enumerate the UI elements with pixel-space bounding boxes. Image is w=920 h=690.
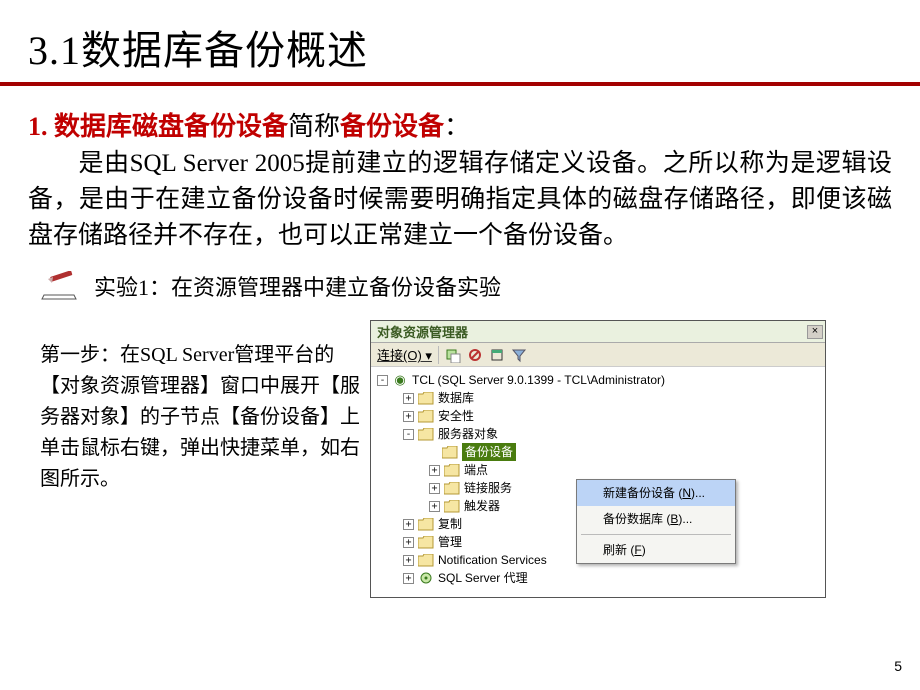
- page-number: 5: [894, 658, 902, 674]
- lead-mid: 简称: [288, 112, 340, 141]
- panel-title: 对象资源管理器: [377, 322, 807, 341]
- tree-label-notification: Notification Services: [438, 551, 547, 569]
- ctx-item3-pre: 刷新 (: [603, 543, 634, 557]
- refresh-icon[interactable]: [489, 347, 505, 363]
- panel-titlebar: 对象资源管理器 ×: [371, 321, 825, 343]
- tree-label-replication: 复制: [438, 515, 462, 533]
- panel-close-button[interactable]: ×: [807, 325, 823, 339]
- tree-root-label: TCL (SQL Server 9.0.1399 - TCL\Administr…: [412, 371, 665, 389]
- tree-node-agent[interactable]: + SQL Server 代理: [375, 569, 823, 587]
- lead-number: 1.: [28, 112, 54, 141]
- ctx-item3-post: ): [642, 543, 646, 557]
- step-text: 第一步：在SQL Server管理平台的【对象资源管理器】窗口中展开【服务器对象…: [40, 320, 360, 598]
- connect-icon[interactable]: [445, 347, 461, 363]
- tree-label-backup-device: 备份设备: [462, 443, 516, 461]
- slide-title: 3.1数据库备份概述: [0, 0, 920, 82]
- ctx-item1-pre: 新建备份设备 (: [603, 486, 682, 500]
- tree-label-agent: SQL Server 代理: [438, 569, 528, 587]
- ctx-item1-post: )...: [691, 486, 705, 500]
- tree-node-root[interactable]: - ◉ TCL (SQL Server 9.0.1399 - TCL\Admin…: [375, 371, 823, 389]
- tree-label-security: 安全性: [438, 407, 474, 425]
- tree-node-backup-device[interactable]: 备份设备: [375, 443, 823, 461]
- tree-node-security[interactable]: + 安全性: [375, 407, 823, 425]
- tree-label-server-obj: 服务器对象: [438, 425, 498, 443]
- lead-colon: ：: [444, 112, 470, 141]
- folder-icon: [442, 446, 458, 459]
- ctx-item2-pre: 备份数据库 (: [603, 512, 670, 526]
- tree-node-endpoint[interactable]: + 端点: [375, 461, 823, 479]
- tree-label-linked-srv: 链接服务: [464, 479, 512, 497]
- ctx-item3-u: F: [634, 543, 641, 557]
- folder-icon: [418, 554, 434, 567]
- expand-icon[interactable]: +: [429, 465, 440, 476]
- folder-icon: [418, 410, 434, 423]
- collapse-icon[interactable]: -: [377, 375, 388, 386]
- tree-label-trigger: 触发器: [464, 497, 500, 515]
- expand-icon[interactable]: +: [403, 555, 414, 566]
- title-divider: [0, 82, 920, 86]
- server-icon: ◉: [392, 372, 408, 388]
- experiment-label: 实验1：在资源管理器中建立备份设备实验: [94, 270, 501, 302]
- expand-icon[interactable]: +: [403, 573, 414, 584]
- folder-icon: [444, 464, 460, 477]
- ctx-refresh[interactable]: 刷新 (F): [577, 537, 735, 563]
- paragraph-text: 是由SQL Server 2005提前建立的逻辑存储定义设备。之所以称为是逻辑设…: [28, 150, 892, 250]
- lead-term-1: 数据库磁盘备份设备: [54, 112, 288, 141]
- disconnect-icon[interactable]: [467, 347, 483, 363]
- connect-button[interactable]: 连接(O) ▾: [377, 345, 432, 364]
- filter-icon[interactable]: [511, 347, 527, 363]
- folder-icon: [418, 428, 434, 441]
- object-tree[interactable]: - ◉ TCL (SQL Server 9.0.1399 - TCL\Admin…: [371, 367, 825, 597]
- tree-node-database[interactable]: + 数据库: [375, 389, 823, 407]
- folder-icon: [418, 518, 434, 531]
- lead-term-2: 备份设备: [340, 112, 444, 141]
- agent-icon: [418, 570, 434, 586]
- object-explorer-panel: 对象资源管理器 × 连接(O) ▾ - ◉ TCL (SQL Server 9.…: [370, 320, 826, 598]
- expand-icon[interactable]: +: [403, 411, 414, 422]
- folder-icon: [418, 536, 434, 549]
- ctx-new-backup-device[interactable]: 新建备份设备 (N)...: [577, 480, 735, 506]
- folder-icon: [444, 482, 460, 495]
- lead-line: 1. 数据库磁盘备份设备简称备份设备：: [28, 108, 892, 146]
- expand-icon[interactable]: +: [403, 519, 414, 530]
- tree-node-server-objects[interactable]: - 服务器对象: [375, 425, 823, 443]
- expand-icon[interactable]: +: [429, 501, 440, 512]
- expand-icon[interactable]: +: [403, 393, 414, 404]
- paragraph: 是由SQL Server 2005提前建立的逻辑存储定义设备。之所以称为是逻辑设…: [28, 146, 892, 255]
- collapse-icon[interactable]: -: [403, 429, 414, 440]
- folder-icon: [418, 392, 434, 405]
- ctx-separator: [581, 534, 731, 535]
- tree-label-database: 数据库: [438, 389, 474, 407]
- ctx-item2-post: )...: [678, 512, 692, 526]
- tree-label-endpoint: 端点: [464, 461, 488, 479]
- ctx-backup-database[interactable]: 备份数据库 (B)...: [577, 506, 735, 532]
- expand-icon[interactable]: +: [429, 483, 440, 494]
- toolbar-separator: [438, 346, 439, 364]
- note-icon: [40, 271, 80, 301]
- tree-label-management: 管理: [438, 533, 462, 551]
- expand-icon[interactable]: +: [403, 537, 414, 548]
- context-menu: 新建备份设备 (N)... 备份数据库 (B)... 刷新 (F): [576, 479, 736, 564]
- panel-toolbar: 连接(O) ▾: [371, 343, 825, 367]
- folder-icon: [444, 500, 460, 513]
- ctx-item1-u: N: [682, 486, 691, 500]
